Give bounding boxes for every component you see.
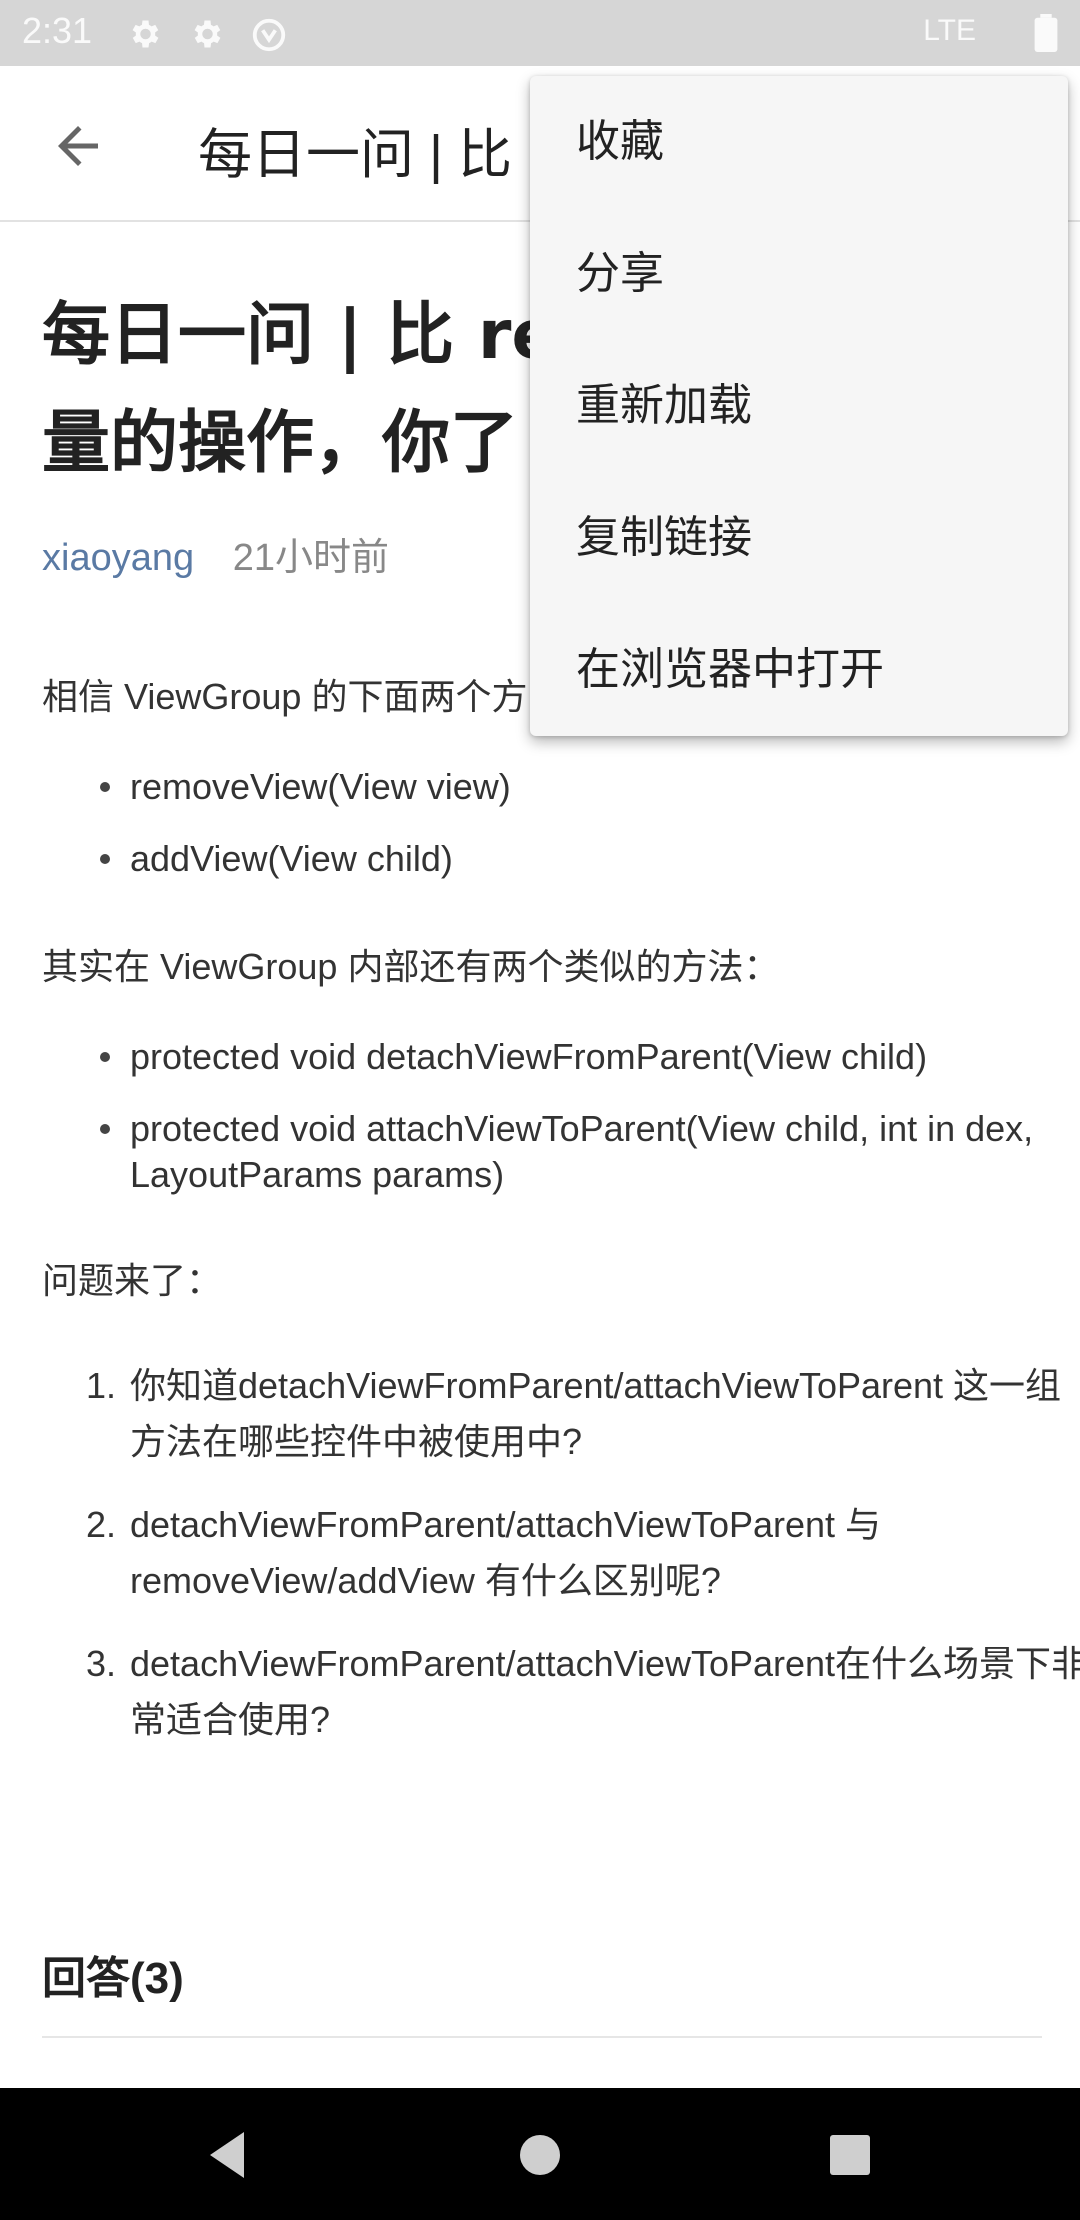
sync-icon (250, 16, 288, 58)
question-number: 2. (86, 1504, 117, 1545)
list-item: addView(View child) (100, 836, 1070, 882)
author-link[interactable]: xiaoyang (42, 537, 194, 579)
question-text: detachViewFromParent/attachViewToParent在… (130, 1643, 1080, 1740)
answers-heading: 回答(3) (42, 1954, 184, 2003)
navigation-bar (0, 2088, 1080, 2220)
recents-square-icon[interactable] (815, 2120, 885, 2190)
settings-icon (188, 16, 224, 58)
post-time: 21小时前 (232, 537, 389, 579)
question-text: 你知道detachViewFromParent/attachViewToPare… (130, 1365, 1062, 1462)
back-triangle-icon[interactable] (192, 2120, 262, 2190)
list-item: protected void attachViewToParent(View c… (100, 1106, 1070, 1198)
list-item: removeView(View view) (100, 764, 1070, 810)
status-bar: 2:31 LTE (0, 0, 1080, 66)
paragraph: 其实在 ViewGroup 内部还有两个类似的方法： (42, 946, 780, 987)
divider (42, 2036, 1042, 2038)
menu-item-reload[interactable]: 重新加载 (530, 340, 1068, 472)
paragraph: 问题来了： (42, 1260, 223, 1301)
home-circle-icon[interactable] (505, 2120, 575, 2190)
question-text: detachViewFromParent/attachViewToParent … (130, 1504, 882, 1601)
menu-item-copy-link[interactable]: 复制链接 (530, 472, 1068, 604)
status-icons (126, 16, 288, 58)
question-item: 1. 你知道detachViewFromParent/attachViewToP… (86, 1358, 1080, 1470)
settings-icon (126, 16, 162, 58)
overflow-menu: 收藏 分享 重新加载 复制链接 在浏览器中打开 (530, 76, 1068, 736)
menu-item-share[interactable]: 分享 (530, 208, 1068, 340)
menu-item-favorite[interactable]: 收藏 (530, 76, 1068, 208)
network-type: LTE (923, 14, 976, 47)
menu-item-open-in-browser[interactable]: 在浏览器中打开 (530, 604, 1068, 736)
status-time: 2:31 (22, 10, 93, 51)
page-title: 每日一问 | 比 (198, 125, 513, 185)
question-item: 2. detachViewFromParent/attachViewToPare… (86, 1497, 1080, 1609)
list-item: protected void detachViewFromParent(View… (100, 1034, 1070, 1080)
intro-paragraph: 相信 ViewGroup 的下面两个方 (42, 676, 528, 717)
question-item: 3. detachViewFromParent/attachViewToPare… (86, 1636, 1080, 1748)
battery-icon (1034, 14, 1058, 56)
back-arrow-icon[interactable] (48, 116, 108, 176)
question-number: 1. (86, 1365, 117, 1406)
article-meta: xiaoyang 21小时前 (42, 526, 389, 581)
question-number: 3. (86, 1643, 117, 1684)
